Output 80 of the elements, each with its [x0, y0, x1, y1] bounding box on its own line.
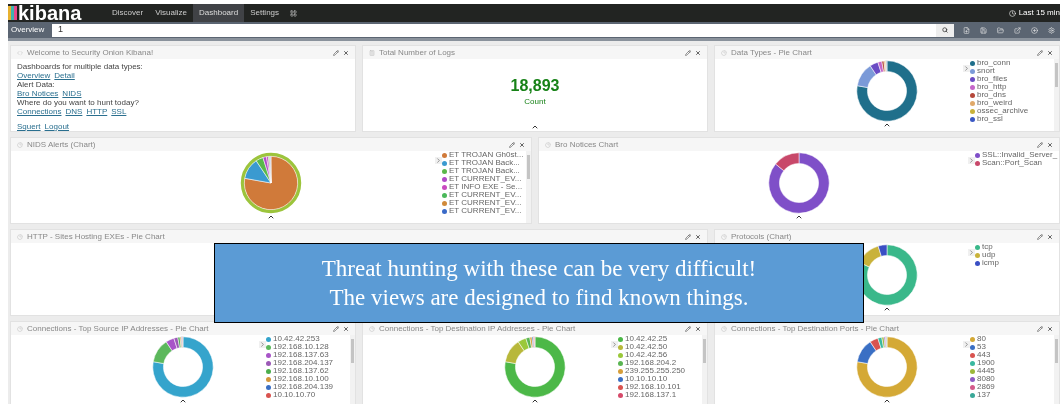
legend-label[interactable]: 192.168.10.101	[625, 383, 681, 391]
legend-label[interactable]: 10.42.42.253	[273, 335, 320, 343]
dashboard-link[interactable]: Squert	[17, 122, 41, 131]
legend-label[interactable]: 53	[977, 343, 986, 351]
legend-label[interactable]: 137	[977, 391, 991, 399]
legend-label[interactable]: bro_http	[977, 83, 1007, 91]
callout-text: Threat hunting with these can be very difficult!	[321, 255, 757, 283]
legend-label[interactable]: 192.168.10.128	[273, 343, 329, 351]
metric-value: 18,893	[510, 78, 560, 94]
legend-label[interactable]: 10.10.10.10	[625, 375, 668, 383]
legend-label[interactable]: 2869	[977, 383, 995, 391]
time-range[interactable]: Last 15 min	[1018, 7, 1060, 19]
legend-label[interactable]: 80	[977, 335, 986, 343]
legend-label[interactable]: 239.255.255.250	[625, 367, 686, 375]
dashboard-link[interactable]: Logout	[44, 122, 70, 131]
dashboard-link[interactable]: SSL	[111, 107, 127, 116]
panel-title: Bro Notices Chart	[555, 138, 619, 151]
dashboard-link[interactable]: HTTP	[86, 107, 108, 116]
panel-title: Total Number of Logs	[379, 46, 456, 59]
legend-label[interactable]: ET INFO EXE - Se...	[449, 183, 523, 191]
legend-label[interactable]: 1900	[977, 359, 995, 367]
panel-title: Connections - Top Destination Ports - Pie Chart	[731, 322, 899, 335]
dashboard-link[interactable]: Connections	[17, 107, 62, 116]
dashboard-name: Overview	[10, 24, 46, 36]
legend-label[interactable]: ET CURRENT_EV...	[449, 207, 522, 215]
legend-label[interactable]: 192.168.10.100	[273, 375, 329, 383]
legend-label[interactable]: 192.168.137.63	[273, 351, 329, 359]
legend-label[interactable]: ET TROJAN Gh0st...	[449, 151, 524, 159]
panel-title: NIDS Alerts (Chart)	[27, 138, 96, 151]
nav-tab[interactable]: Visualize	[149, 4, 193, 22]
legend-label[interactable]: ET CURRENT_EV...	[449, 199, 522, 207]
legend-label[interactable]: bro_dns	[977, 91, 1006, 99]
dashboard-link[interactable]: Overview	[17, 71, 51, 80]
legend-label[interactable]: ossec_archive	[977, 107, 1029, 115]
nav-tab[interactable]: Dashboard	[193, 4, 245, 22]
legend-label[interactable]: 192.168.204.139	[273, 383, 334, 391]
welcome-text: Alert Data:	[17, 80, 56, 89]
legend-label[interactable]: 8080	[977, 375, 995, 383]
dashboard-link[interactable]: Detail	[54, 71, 75, 80]
dashboard-link[interactable]: NIDS	[62, 89, 82, 98]
panel-title: HTTP - Sites Hosting EXEs - Pie Chart	[27, 230, 165, 243]
panel-title: Welcome to Security Onion Kibana!	[27, 46, 154, 59]
legend-label[interactable]: 10.42.42.56	[625, 351, 668, 359]
legend-label[interactable]: bro_conn	[977, 59, 1011, 67]
panel-title: Connections - Top Destination IP Addresses - Pie Chart	[379, 322, 576, 335]
dashboard-link[interactable]: Bro Notices	[17, 89, 59, 98]
logo-text[interactable]: kibana	[18, 3, 82, 23]
legend-label[interactable]: SSL::Invalid_Server_	[982, 151, 1058, 159]
panel-title: Data Types - Pie Chart	[731, 46, 812, 59]
panel-title: Connections - Top Source IP Addresses - Pie Chart	[27, 322, 209, 335]
legend-label[interactable]: Scan::Port_Scan	[982, 159, 1043, 167]
legend-label[interactable]: 192.168.204.2	[625, 359, 677, 367]
metric-label: Count	[524, 96, 546, 108]
legend-label[interactable]: 4445	[977, 367, 995, 375]
nav-tab[interactable]: Discover	[106, 4, 150, 22]
legend-label[interactable]: icmp	[982, 259, 999, 267]
nav-tab[interactable]: Settings	[244, 4, 286, 22]
legend-label[interactable]: bro_weird	[977, 99, 1013, 107]
legend-label[interactable]: ET CURRENT_EV...	[449, 191, 522, 199]
legend-label[interactable]: 10.42.42.25	[625, 335, 668, 343]
legend-label[interactable]: 10.42.42.50	[625, 343, 668, 351]
welcome-text: Dashboards for multiple data types:	[17, 62, 143, 71]
panel-title: Protocols (Chart)	[731, 230, 792, 243]
legend-label[interactable]: snort	[977, 67, 995, 75]
legend-label[interactable]: bro_files	[977, 75, 1008, 83]
legend-label[interactable]: 192.168.137.1	[625, 391, 677, 399]
legend-label[interactable]: tcp	[982, 243, 993, 251]
legend-label[interactable]: 10.10.10.70	[273, 391, 316, 399]
legend-label[interactable]: ET TROJAN Back...	[449, 167, 520, 175]
query-field[interactable]: 1	[52, 23, 936, 37]
legend-label[interactable]: 443	[977, 351, 991, 359]
legend-label[interactable]: ET CURRENT_EV...	[449, 175, 522, 183]
legend-label[interactable]: udp	[982, 251, 996, 259]
callout-text: The views are designed to find known things.	[329, 284, 749, 312]
legend-label[interactable]: ET TROJAN Back...	[449, 159, 520, 167]
legend-label[interactable]: bro_ssl	[977, 115, 1003, 123]
dashboard-link[interactable]: DNS	[65, 107, 83, 116]
legend-label[interactable]: 192.168.137.62	[273, 367, 329, 375]
welcome-text: Where do you want to hunt today?	[17, 98, 140, 107]
legend-label[interactable]: 192.168.204.137	[273, 359, 334, 367]
